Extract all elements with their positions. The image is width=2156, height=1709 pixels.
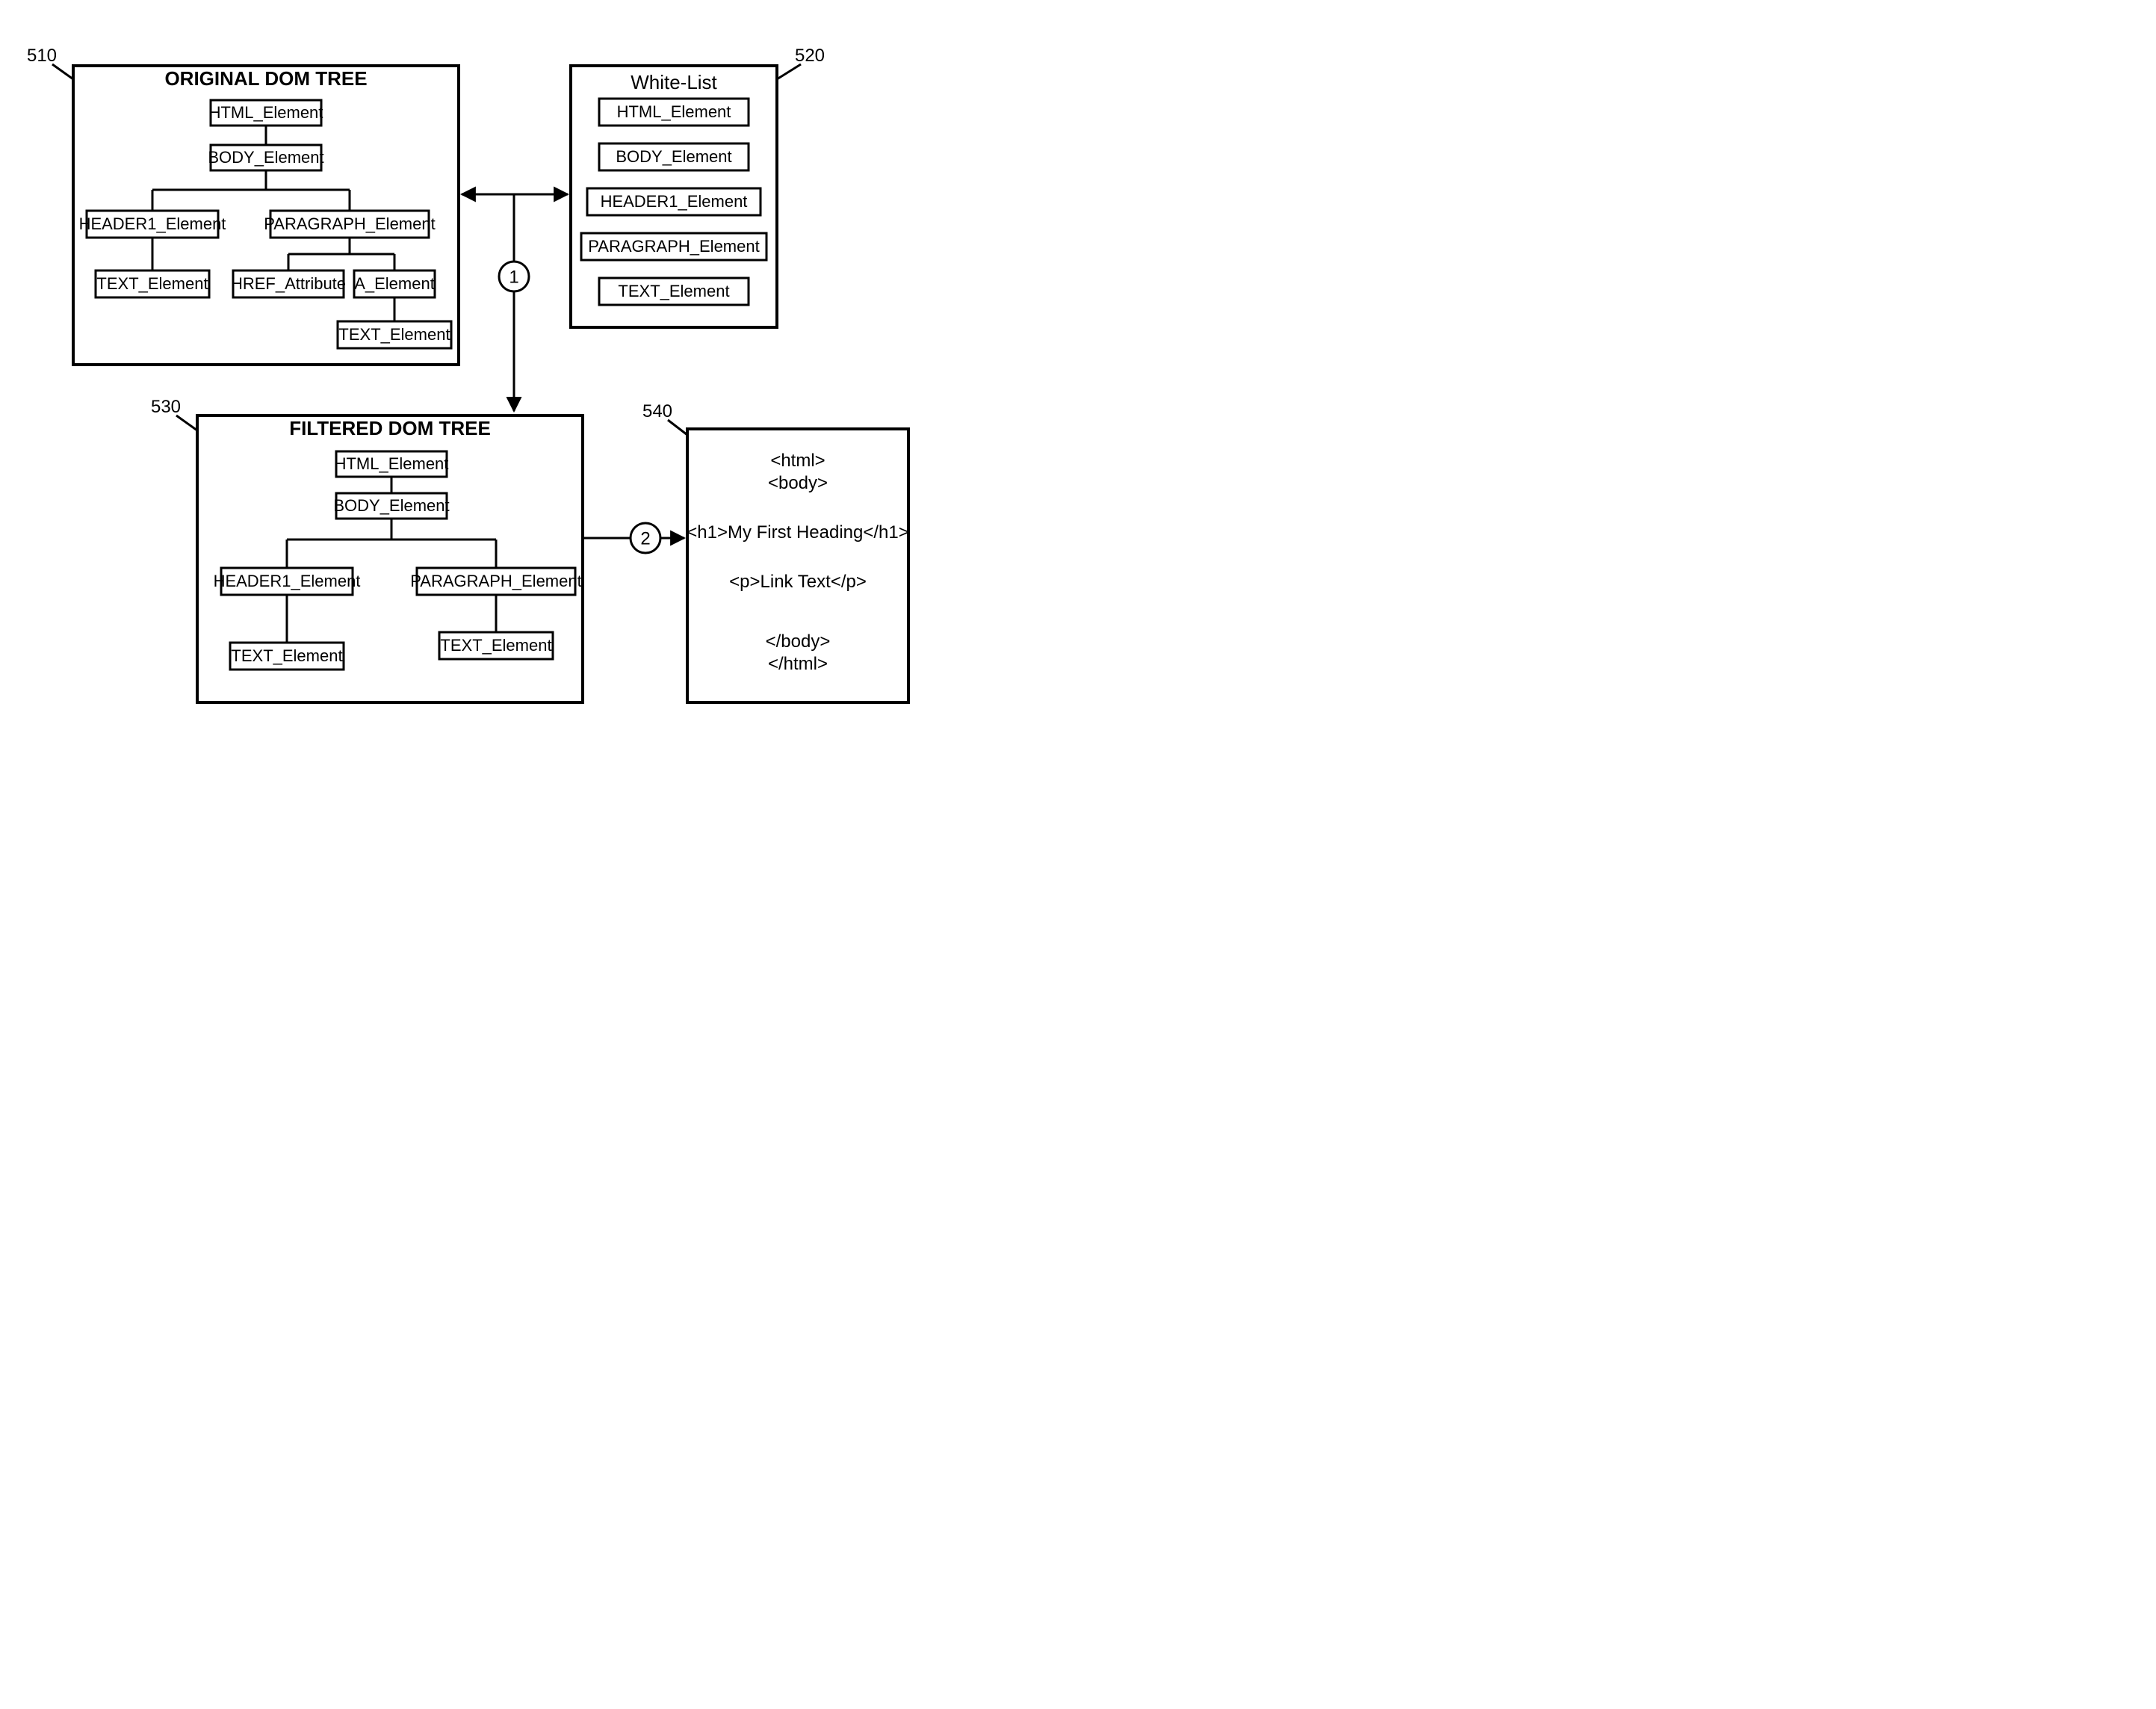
wl-header1: HEADER1_Element bbox=[601, 192, 748, 211]
orig-body: BODY_Element bbox=[208, 148, 323, 167]
code-l4: <p>Link Text</p> bbox=[729, 572, 867, 592]
code-l5: </body> bbox=[766, 631, 831, 652]
filt-paragraph: PARAGRAPH_Element bbox=[410, 572, 581, 590]
title-filtered: FILTERED DOM TREE bbox=[289, 417, 491, 439]
ref-520: 520 bbox=[795, 46, 825, 66]
wl-paragraph: PARAGRAPH_Element bbox=[588, 237, 759, 256]
filt-text1: TEXT_Element bbox=[231, 646, 342, 665]
connector-step2: 2 bbox=[583, 523, 684, 553]
title-whitelist: White-List bbox=[631, 71, 717, 93]
filt-text2: TEXT_Element bbox=[440, 636, 551, 655]
ref-530: 530 bbox=[151, 397, 181, 417]
orig-html: HTML_Element bbox=[209, 103, 323, 122]
code-l2: <body> bbox=[768, 473, 828, 493]
diagram-canvas: ORIGINAL DOM TREE HTML_Element BODY_Elem… bbox=[0, 0, 923, 732]
filt-body: BODY_Element bbox=[333, 496, 449, 515]
code-l3: <h1>My First Heading</h1> bbox=[687, 522, 909, 543]
panel-original: ORIGINAL DOM TREE HTML_Element BODY_Elem… bbox=[73, 66, 459, 365]
wl-body: BODY_Element bbox=[616, 147, 731, 166]
orig-text1: TEXT_Element bbox=[96, 274, 208, 293]
orig-href: HREF_Attribute bbox=[231, 274, 346, 293]
ref-540: 540 bbox=[642, 401, 672, 421]
panel-output: <html> <body> <h1>My First Heading</h1> … bbox=[687, 429, 909, 702]
code-l1: <html> bbox=[770, 451, 825, 471]
orig-header1: HEADER1_Element bbox=[79, 214, 226, 233]
connector-step1: 1 bbox=[462, 194, 568, 411]
panel-filtered: FILTERED DOM TREE HTML_Element BODY_Elem… bbox=[197, 415, 583, 702]
step-2: 2 bbox=[640, 528, 650, 548]
wl-text: TEXT_Element bbox=[618, 282, 729, 300]
orig-a: A_Element bbox=[354, 274, 435, 293]
filt-html: HTML_Element bbox=[335, 454, 449, 473]
title-original: ORIGINAL DOM TREE bbox=[164, 67, 367, 90]
wl-html: HTML_Element bbox=[617, 102, 731, 121]
code-l6: </html> bbox=[768, 654, 828, 674]
step-1: 1 bbox=[509, 267, 518, 287]
orig-text2: TEXT_Element bbox=[338, 325, 450, 344]
orig-paragraph: PARAGRAPH_Element bbox=[264, 214, 435, 233]
filt-header1: HEADER1_Element bbox=[214, 572, 361, 590]
ref-510: 510 bbox=[27, 46, 57, 66]
panel-whitelist: White-List HTML_Element BODY_Element HEA… bbox=[571, 66, 777, 327]
